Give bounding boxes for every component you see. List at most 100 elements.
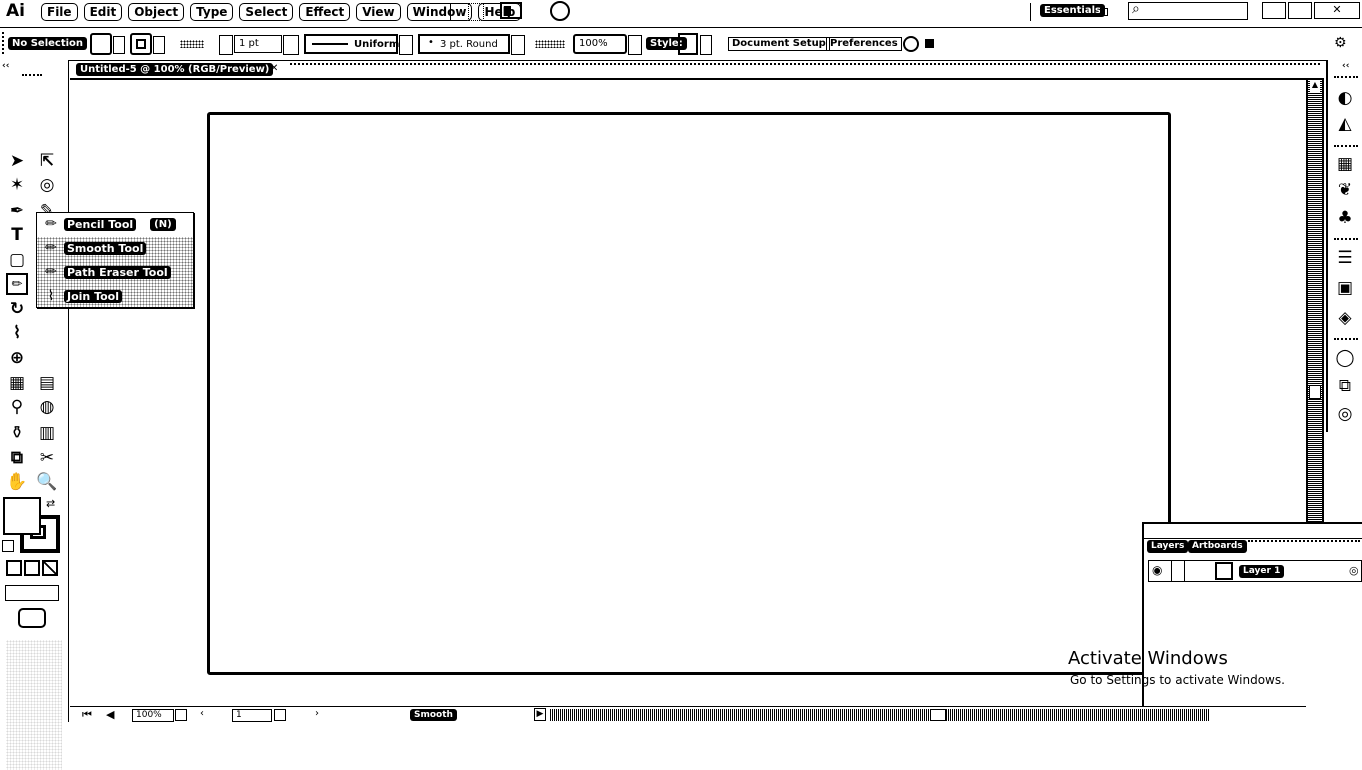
perspective-grid-tool-icon[interactable]: ▦ [6, 372, 28, 394]
swap-fill-stroke-icon[interactable]: ⇄ [46, 497, 55, 510]
variable-width-profile[interactable]: Uniform [304, 34, 399, 54]
tab-layers[interactable]: Layers [1147, 540, 1189, 553]
gradient-mode-icon[interactable] [24, 560, 40, 576]
default-fill-stroke-icon[interactable] [2, 540, 14, 552]
fill-color-box[interactable] [3, 497, 41, 535]
menu-effect[interactable]: Effect [299, 3, 351, 21]
menu-view[interactable]: View [356, 3, 401, 21]
rotate-tool-icon[interactable]: ↻ [6, 298, 28, 320]
status-menu-icon[interactable]: ▶ [534, 708, 546, 721]
canvas[interactable] [70, 80, 1306, 706]
menu-object[interactable]: Object [128, 3, 185, 21]
previous-artboard-button[interactable]: ‹ [200, 708, 204, 719]
horizontal-scrollbar[interactable] [550, 709, 1210, 721]
document-tab[interactable]: Untitled-5 @ 100% (RGB/Preview) [76, 63, 274, 76]
scroll-thumb[interactable] [1309, 385, 1321, 399]
graphic-styles-icon[interactable]: ⧉ [1333, 374, 1357, 398]
pen-tool-icon[interactable]: ✒ [6, 200, 28, 222]
hand-tool-icon[interactable]: ✋ [6, 471, 28, 493]
stroke-icon[interactable]: ☰ [1333, 246, 1357, 270]
close-tab-icon[interactable]: ✕ [270, 63, 278, 74]
close-button[interactable]: ✕ [1314, 2, 1360, 19]
lock-toggle[interactable] [1171, 561, 1185, 581]
collapse-icon[interactable]: ‹‹ [2, 61, 9, 71]
none-mode-icon[interactable] [42, 560, 58, 576]
profile-dropdown-icon[interactable] [399, 35, 413, 55]
chevron-down-icon[interactable] [925, 39, 934, 48]
preferences-button[interactable]: Preferences [826, 37, 902, 51]
brush-dropdown-icon[interactable] [511, 35, 525, 55]
tab-artboards[interactable]: Artboards [1188, 540, 1247, 553]
menu-window[interactable]: Window [406, 3, 473, 21]
current-tool-status[interactable]: Smooth [410, 709, 457, 721]
artboard[interactable] [207, 112, 1171, 675]
menu-type[interactable]: Type [190, 3, 234, 21]
slice-tool-icon[interactable]: ✂ [36, 447, 58, 469]
symbol-sprayer-tool-icon[interactable]: ⚱ [6, 422, 28, 444]
layer-row[interactable]: ◉ Layer 1 ◎ [1148, 560, 1362, 582]
stroke-swatch[interactable] [130, 33, 152, 55]
type-tool-icon[interactable]: T [6, 224, 28, 246]
zoom-dropdown-icon[interactable] [175, 709, 187, 721]
flyout-item-smooth-tool[interactable]: ✏ Smooth Tool [40, 237, 190, 259]
eyedropper-tool-icon[interactable]: ⚲ [6, 396, 28, 418]
color-guide-icon[interactable]: ◭ [1333, 112, 1357, 136]
horizontal-scroll-thumb[interactable] [930, 709, 946, 721]
menu-edit[interactable]: Edit [83, 3, 123, 21]
opacity-field[interactable]: 100% [573, 34, 627, 54]
mesh-tool-icon[interactable]: ▤ [36, 372, 58, 394]
rectangle-tool-icon[interactable]: ▢ [6, 249, 28, 271]
menu-select[interactable]: Select [239, 3, 294, 21]
minimize-button[interactable] [1262, 2, 1286, 19]
graphic-style-swatch[interactable] [678, 33, 698, 55]
fill-swatch[interactable] [90, 33, 112, 55]
bridge-icon[interactable] [468, 3, 484, 21]
chevron-down-icon[interactable] [1100, 8, 1108, 16]
direct-selection-tool-icon[interactable]: ⇱ [36, 150, 58, 172]
expand-panels-icon[interactable]: ‹‹ [1342, 61, 1349, 71]
color-icon[interactable]: ◐ [1333, 86, 1357, 110]
blend-tool-icon[interactable]: ◍ [36, 396, 58, 418]
swatches-icon[interactable]: ▦ [1333, 152, 1357, 176]
search-input[interactable]: ⌕ [1128, 1, 1248, 20]
next-artboard-button[interactable]: › [315, 708, 319, 719]
color-mode-icon[interactable] [6, 560, 22, 576]
symbols-icon[interactable]: ♣ [1333, 206, 1357, 230]
lasso-tool-icon[interactable]: ◎ [36, 174, 58, 196]
prev-artboard-icon[interactable]: ◀ [106, 708, 114, 721]
width-tool-icon[interactable]: ⌇ [6, 322, 28, 344]
cc-libraries-icon[interactable]: ◎ [1333, 402, 1357, 426]
pencil-tool-icon[interactable]: ✏ [6, 273, 28, 295]
scroll-up-icon[interactable]: ▲ [1310, 80, 1320, 92]
artboard-dropdown-icon[interactable] [274, 709, 286, 721]
fill-dropdown-icon[interactable] [113, 36, 125, 54]
zoom-field[interactable]: 100% [132, 709, 174, 722]
style-dropdown-icon[interactable] [700, 35, 712, 55]
brush-definition[interactable]: • 3 pt. Round [418, 34, 510, 54]
drawing-modes-icon[interactable] [5, 585, 59, 601]
menu-file[interactable]: File [41, 3, 78, 21]
first-artboard-icon[interactable]: ⏮ [82, 708, 92, 722]
selection-tool-icon[interactable]: ➤ [6, 150, 28, 172]
panel-menu-icon[interactable] [1248, 540, 1360, 551]
document-setup-button[interactable]: Document Setup [728, 37, 830, 51]
zoom-tool-icon[interactable]: 🔍 [36, 471, 58, 493]
stroke-weight-dropdown-icon[interactable] [283, 35, 299, 55]
arrange-documents-icon[interactable] [500, 2, 522, 19]
flyout-item-join-tool[interactable]: ⌇ Join Tool [40, 285, 190, 307]
column-graph-tool-icon[interactable]: ▥ [36, 422, 58, 444]
flyout-item-pencil-tool[interactable]: ✏ Pencil Tool (N) [40, 213, 190, 235]
recolor-artwork-icon[interactable] [903, 36, 919, 52]
visibility-eye-icon[interactable]: ◉ [1152, 563, 1162, 577]
maximize-button[interactable] [1288, 2, 1312, 19]
opacity-dropdown-icon[interactable] [628, 35, 642, 55]
screen-mode-icon[interactable] [18, 608, 46, 628]
artboard-tool-icon[interactable]: ⧉ [6, 447, 28, 469]
layer-target-icon[interactable]: ◎ [1349, 564, 1359, 577]
artboard-field[interactable]: 1 [232, 709, 272, 722]
transparency-icon[interactable]: ◈ [1333, 306, 1357, 330]
appearance-icon[interactable]: ◯ [1333, 346, 1357, 370]
stroke-stepper[interactable] [219, 35, 233, 55]
layer-name[interactable]: Layer 1 [1239, 565, 1285, 578]
workspace-switcher[interactable]: Essentials [1040, 4, 1105, 17]
